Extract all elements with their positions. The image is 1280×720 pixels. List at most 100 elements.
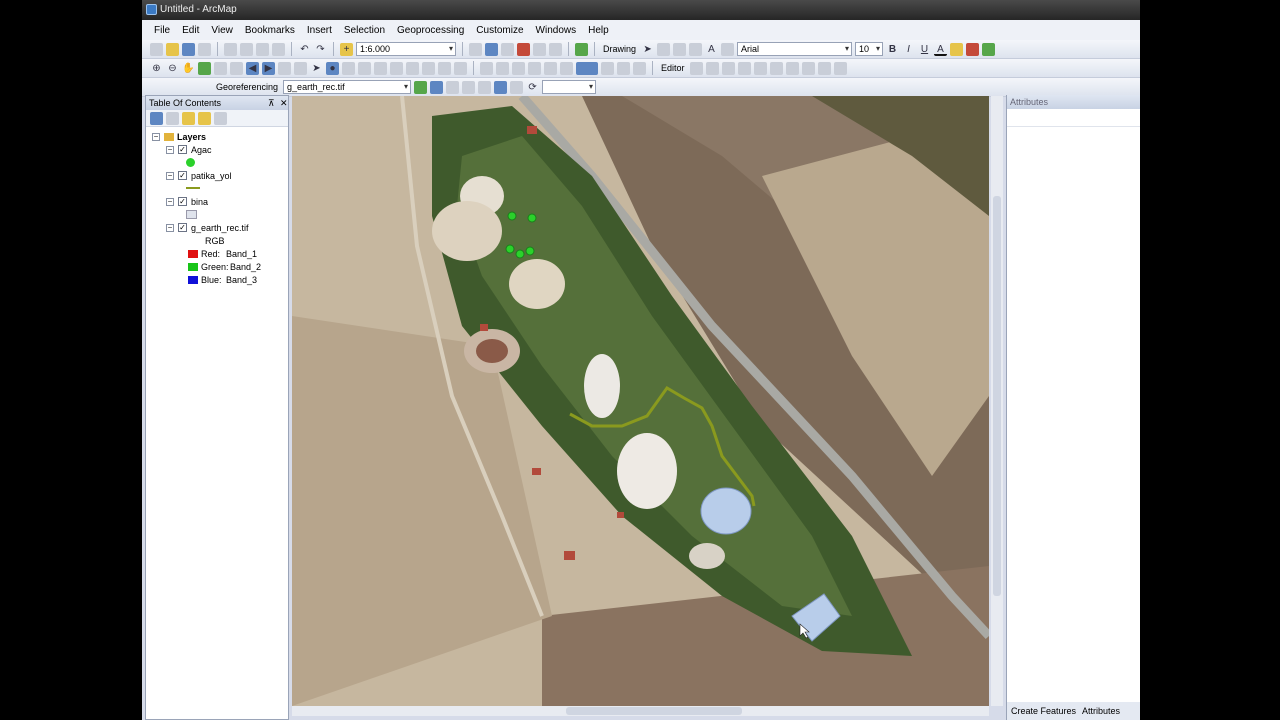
layout-tool-icon[interactable] [560, 61, 573, 75]
open-folder-icon[interactable] [166, 42, 179, 56]
menu-bookmarks[interactable]: Bookmarks [239, 25, 301, 36]
menu-view[interactable]: View [205, 25, 239, 36]
underline-button[interactable]: U [918, 43, 931, 56]
bina-polygon-symbol[interactable] [186, 210, 197, 219]
horizontal-scroll-thumb[interactable] [566, 707, 742, 715]
edit-tool-icon[interactable] [801, 61, 815, 75]
select-elements-icon[interactable]: ➤ [641, 43, 654, 56]
copy-icon[interactable] [240, 42, 253, 56]
go-back-icon[interactable]: ◀ [246, 61, 259, 75]
pan-icon[interactable]: ✋ [182, 62, 195, 75]
rotate-layer-icon[interactable] [414, 80, 428, 94]
marker-color-icon[interactable] [982, 42, 996, 56]
list-by-source-icon[interactable] [166, 111, 179, 125]
menu-edit[interactable]: Edit [176, 25, 205, 36]
layout-tool-icon[interactable] [617, 61, 630, 75]
find-route-icon[interactable] [390, 61, 403, 75]
html-popup-icon[interactable] [342, 61, 355, 75]
drawing-menu[interactable]: Drawing [601, 44, 638, 54]
model-builder-icon[interactable] [575, 42, 588, 56]
full-extent-icon[interactable] [198, 61, 211, 75]
layer-checkbox-patika-yol[interactable]: ✓ [178, 171, 187, 180]
list-by-selection-icon[interactable] [198, 111, 211, 125]
expander-g-earth-rec[interactable]: − [166, 224, 174, 232]
rectangle-icon[interactable] [689, 42, 703, 56]
select-elements-pointer-icon[interactable]: ➤ [310, 62, 323, 75]
delete-icon[interactable] [272, 42, 285, 56]
pin-icon[interactable]: ⊼ [268, 96, 275, 110]
hyperlink-icon[interactable] [358, 61, 371, 75]
menu-selection[interactable]: Selection [338, 25, 391, 36]
edit-tool-icon[interactable] [721, 61, 735, 75]
bold-button[interactable]: B [886, 43, 899, 56]
satellite-imagery[interactable] [292, 96, 989, 706]
vertical-scroll-thumb[interactable] [993, 196, 1001, 596]
edit-tool-icon[interactable] [817, 61, 831, 75]
rotate-icon[interactable] [657, 42, 671, 56]
new-document-icon[interactable] [150, 42, 163, 56]
go-to-xy-icon[interactable] [406, 61, 419, 75]
georef-value-input[interactable] [542, 80, 597, 94]
cut-icon[interactable] [224, 42, 237, 56]
catalog-icon[interactable] [501, 42, 514, 56]
paste-icon[interactable] [256, 42, 269, 56]
menu-insert[interactable]: Insert [301, 25, 338, 36]
identify-icon[interactable]: ● [326, 61, 339, 75]
create-viewer-window-icon[interactable] [454, 61, 467, 75]
redo-icon[interactable]: ↷ [314, 43, 327, 56]
zoom-to-selected-elements-icon[interactable] [673, 42, 687, 56]
search-window-icon[interactable] [517, 42, 530, 56]
edit-tool-icon[interactable] [753, 61, 767, 75]
map-vertical-scrollbar[interactable] [991, 96, 1003, 706]
line-color-icon[interactable] [966, 42, 980, 56]
find-icon[interactable] [374, 61, 387, 75]
map-scale-combo[interactable]: 1:6.000 [356, 42, 456, 56]
georef-tool-icon[interactable] [510, 80, 524, 94]
tab-attributes[interactable]: Attributes [1082, 706, 1120, 716]
italic-button[interactable]: I [902, 43, 915, 56]
font-color-button[interactable]: A [934, 43, 948, 56]
undo-icon[interactable]: ↶ [298, 43, 311, 56]
toc-options-icon[interactable] [214, 111, 227, 125]
zoom-in-icon[interactable]: ⊕ [150, 62, 163, 75]
select-features-icon[interactable] [278, 61, 291, 75]
add-control-points-icon[interactable] [446, 80, 460, 94]
expander-agac[interactable]: − [166, 146, 174, 154]
rotate-tool-icon[interactable]: ⟳ [526, 81, 539, 94]
table-of-contents-icon[interactable] [485, 42, 498, 56]
clear-selection-icon[interactable] [294, 61, 307, 75]
georef-layer-combo[interactable]: g_earth_rec.tif [283, 80, 412, 94]
python-window-icon[interactable] [549, 42, 562, 56]
fixed-zoom-out-icon[interactable] [230, 61, 243, 75]
marker-icon[interactable] [721, 42, 735, 56]
edit-tool-icon[interactable] [833, 61, 847, 75]
menu-geoprocessing[interactable]: Geoprocessing [391, 25, 470, 36]
text-icon[interactable]: A [705, 43, 718, 56]
save-icon[interactable] [182, 42, 195, 56]
list-by-visibility-icon[interactable] [182, 111, 195, 125]
shift-icon[interactable] [430, 80, 444, 94]
view-link-table-icon[interactable] [494, 80, 508, 94]
editor-menu[interactable]: Editor [659, 63, 687, 73]
layer-name-g-earth-rec[interactable]: g_earth_rec.tif [191, 222, 249, 234]
layout-tool-icon[interactable] [633, 61, 646, 75]
layer-checkbox-bina[interactable]: ✓ [178, 197, 187, 206]
map-horizontal-scrollbar[interactable] [292, 706, 989, 716]
layer-name-bina[interactable]: bina [191, 196, 208, 208]
menu-customize[interactable]: Customize [470, 25, 529, 36]
font-size-combo[interactable]: 10 [855, 42, 884, 56]
tab-create-features[interactable]: Create Features [1011, 706, 1076, 716]
edit-tool-icon[interactable] [705, 61, 719, 75]
menu-help[interactable]: Help [582, 25, 615, 36]
layer-name-patika-yol[interactable]: patika_yol [191, 170, 232, 182]
menu-file[interactable]: File [148, 25, 176, 36]
fixed-zoom-in-icon[interactable] [214, 61, 227, 75]
patika-yol-line-symbol[interactable] [186, 187, 200, 189]
expander-bina[interactable]: − [166, 198, 174, 206]
font-combo[interactable]: Arial [737, 42, 853, 56]
go-forward-icon[interactable]: ▶ [262, 61, 275, 75]
editor-toolbar-icon[interactable] [469, 42, 482, 56]
edit-tool-icon[interactable] [689, 61, 703, 75]
zoom-out-icon[interactable]: ⊖ [166, 62, 179, 75]
georef-tool-icon[interactable] [478, 80, 492, 94]
